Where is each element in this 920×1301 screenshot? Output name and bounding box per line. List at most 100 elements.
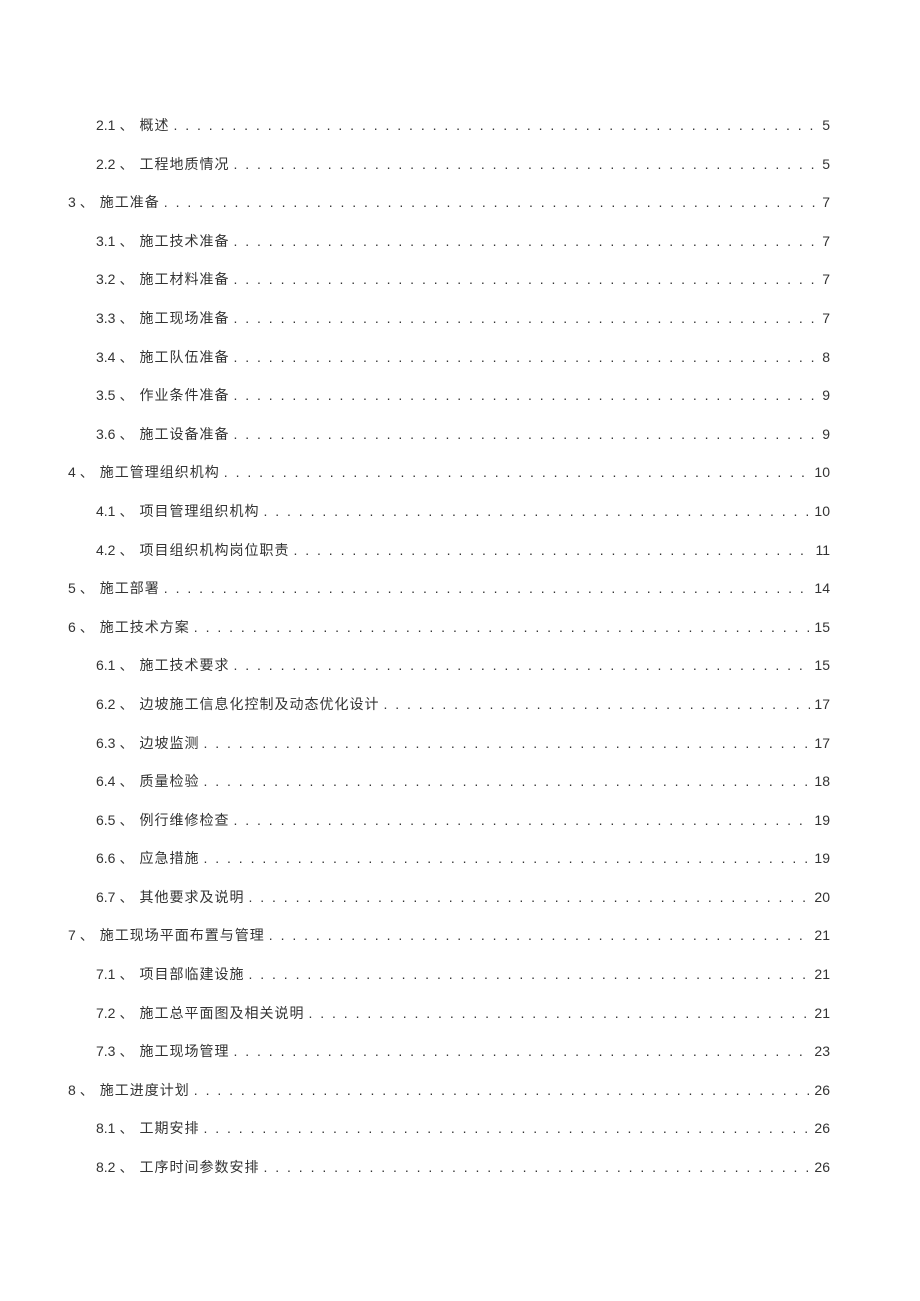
toc-entry[interactable]: 2.2、工程地质情况5 — [68, 157, 830, 173]
toc-page-number: 5 — [818, 157, 830, 171]
toc-page-number: 7 — [818, 234, 830, 248]
toc-entry[interactable]: 3.2、施工材料准备7 — [68, 272, 830, 288]
toc-separator: 、 — [119, 159, 133, 173]
toc-separator: 、 — [80, 1085, 94, 1099]
toc-entry[interactable]: 3.6、施工设备准备9 — [68, 427, 830, 443]
toc-number: 7 — [68, 928, 76, 942]
toc-separator: 、 — [119, 1123, 133, 1137]
toc-title: 施工进度计划 — [100, 1085, 190, 1099]
toc-page-number: 21 — [810, 928, 830, 942]
toc-separator: 、 — [119, 545, 133, 559]
toc-leader — [199, 1121, 810, 1135]
toc-page-number: 7 — [818, 195, 830, 209]
toc-number: 7.2 — [96, 1006, 115, 1020]
toc-entry[interactable]: 7、施工现场平面布置与管理21 — [68, 928, 830, 944]
toc-title: 项目组织机构岗位职责 — [139, 545, 289, 559]
toc-title: 施工技术要求 — [139, 660, 229, 674]
toc-entry[interactable]: 4.1、项目管理组织机构10 — [68, 504, 830, 520]
toc-page-number: 11 — [811, 543, 830, 557]
toc-title: 施工部署 — [100, 583, 160, 597]
toc-separator: 、 — [119, 699, 133, 713]
toc-title: 边坡施工信息化控制及动态优化设计 — [139, 699, 379, 713]
toc-entry[interactable]: 3.1、施工技术准备7 — [68, 234, 830, 250]
toc-entry[interactable]: 6.7、其他要求及说明20 — [68, 890, 830, 906]
toc-title: 施工总平面图及相关说明 — [139, 1008, 304, 1022]
toc-leader — [199, 851, 810, 865]
toc-entry[interactable]: 3.3、施工现场准备7 — [68, 311, 830, 327]
toc-separator: 、 — [119, 390, 133, 404]
toc-leader — [229, 234, 818, 248]
toc-separator: 、 — [80, 467, 94, 481]
toc-separator: 、 — [119, 120, 133, 134]
toc-entry[interactable]: 8.1、工期安排26 — [68, 1121, 830, 1137]
toc-separator: 、 — [119, 506, 133, 520]
toc-page-number: 21 — [810, 967, 830, 981]
toc-leader — [190, 620, 811, 634]
toc-leader — [265, 928, 811, 942]
toc-entry[interactable]: 6.3、边坡监测17 — [68, 736, 830, 752]
toc-leader — [220, 465, 811, 479]
toc-title: 应急措施 — [139, 853, 199, 867]
toc-separator: 、 — [119, 274, 133, 288]
toc-entry[interactable]: 7.2、施工总平面图及相关说明21 — [68, 1006, 830, 1022]
toc-separator: 、 — [119, 969, 133, 983]
toc-leader — [244, 890, 810, 904]
toc-page-number: 21 — [810, 1006, 830, 1020]
toc-entry[interactable]: 6.2、边坡施工信息化控制及动态优化设计17 — [68, 697, 830, 713]
toc-leader — [169, 118, 818, 132]
table-of-contents: 2.1、概述52.2、工程地质情况53、施工准备73.1、施工技术准备73.2、… — [68, 118, 830, 1176]
toc-page-number: 9 — [818, 388, 830, 402]
toc-number: 6.3 — [96, 736, 115, 750]
toc-separator: 、 — [119, 352, 133, 366]
toc-title: 概述 — [139, 120, 169, 134]
toc-page-number: 10 — [810, 504, 830, 518]
toc-title: 边坡监测 — [139, 738, 199, 752]
toc-leader — [229, 658, 810, 672]
toc-entry[interactable]: 3、施工准备7 — [68, 195, 830, 211]
toc-number: 3.4 — [96, 350, 115, 364]
toc-entry[interactable]: 6.4、质量检验18 — [68, 774, 830, 790]
toc-leader — [244, 967, 810, 981]
toc-leader — [229, 311, 818, 325]
toc-separator: 、 — [80, 930, 94, 944]
toc-number: 8.2 — [96, 1160, 115, 1174]
toc-entry[interactable]: 2.1、概述5 — [68, 118, 830, 134]
toc-leader — [160, 195, 818, 209]
toc-entry[interactable]: 8、施工进度计划26 — [68, 1083, 830, 1099]
toc-leader — [259, 504, 810, 518]
toc-entry[interactable]: 6、施工技术方案15 — [68, 620, 830, 636]
toc-title: 施工技术方案 — [100, 622, 190, 636]
toc-title: 工序时间参数安排 — [139, 1162, 259, 1176]
toc-separator: 、 — [119, 236, 133, 250]
toc-entry[interactable]: 3.5 、作业条件准备 9 — [68, 388, 830, 404]
toc-leader — [229, 272, 818, 286]
toc-leader — [190, 1083, 811, 1097]
toc-separator: 、 — [119, 853, 133, 867]
toc-entry[interactable]: 3.4、施工队伍准备8 — [68, 350, 830, 366]
toc-number: 5 — [68, 581, 76, 595]
toc-title: 工程地质情况 — [139, 159, 229, 173]
toc-entry[interactable]: 7.3、施工现场管理23 — [68, 1044, 830, 1060]
toc-entry[interactable]: 6.5、例行维修检查19 — [68, 813, 830, 829]
toc-leader — [379, 697, 810, 711]
toc-page-number: 14 — [810, 581, 830, 595]
toc-number: 8 — [68, 1083, 76, 1097]
toc-entry[interactable]: 4、施工管理组织机构10 — [68, 465, 830, 481]
toc-separator: 、 — [119, 1046, 133, 1060]
toc-entry[interactable]: 6.1、施工技术要求15 — [68, 658, 830, 674]
toc-entry[interactable]: 5、施工部署14 — [68, 581, 830, 597]
toc-number: 6.1 — [96, 658, 115, 672]
toc-title: 作业条件准备 — [139, 390, 229, 404]
toc-entry[interactable]: 4.2、项目组织机构岗位职责11 — [68, 543, 830, 559]
toc-entry[interactable]: 8.2、工序时间参数安排26 — [68, 1160, 830, 1176]
toc-entry[interactable]: 7.1、项目部临建设施21 — [68, 967, 830, 983]
toc-page-number: 17 — [810, 697, 830, 711]
toc-separator: 、 — [119, 892, 133, 906]
toc-title: 施工队伍准备 — [139, 352, 229, 366]
toc-page-number: 20 — [810, 890, 830, 904]
toc-number: 3.5 — [96, 388, 115, 402]
toc-title: 施工管理组织机构 — [100, 467, 220, 481]
toc-entry[interactable]: 6.6、应急措施19 — [68, 851, 830, 867]
toc-separator: 、 — [119, 313, 133, 327]
toc-page-number: 26 — [810, 1121, 830, 1135]
